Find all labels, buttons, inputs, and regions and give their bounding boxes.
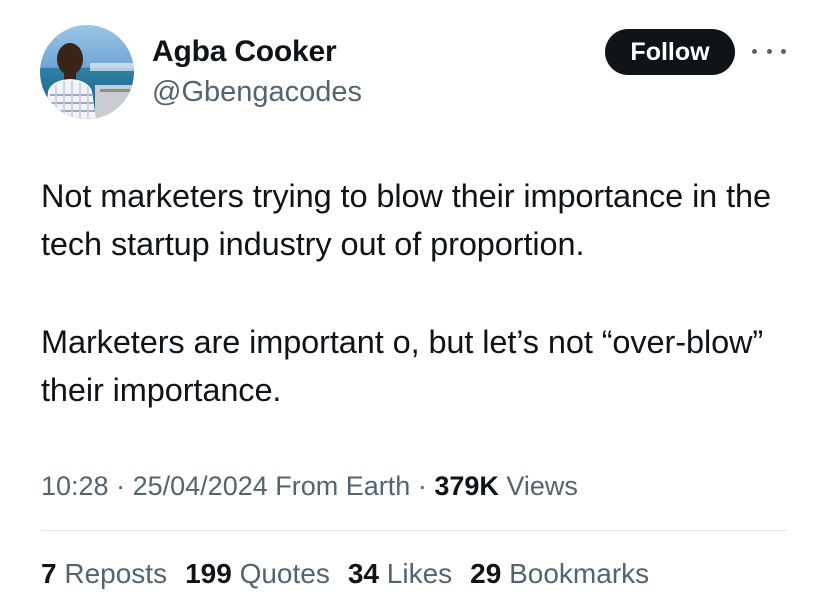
divider <box>41 530 787 531</box>
engagement-stats: 7 Reposts 199 Quotes 34 Likes 29 Bookmar… <box>41 554 667 594</box>
stat-count: 199 <box>185 558 232 589</box>
author-handle[interactable]: @Gbengacodes <box>152 72 362 112</box>
tweet-meta: 10:28 · 25/04/2024 From Earth · 379K Vie… <box>41 466 578 506</box>
more-dot <box>781 48 786 54</box>
avatar-photo-icon <box>40 25 134 119</box>
meta-separator: · <box>116 471 126 501</box>
more-options-icon[interactable] <box>752 44 786 58</box>
more-dot <box>752 48 757 54</box>
stat-label: Likes <box>386 558 453 589</box>
tweet-card: Agba Cooker @Gbengacodes Follow Not mark… <box>0 0 828 613</box>
tweet-time[interactable]: 10:28 <box>41 471 109 501</box>
stat-likes[interactable]: 34 Likes <box>348 554 452 594</box>
follow-button[interactable]: Follow <box>605 29 735 75</box>
more-dot <box>766 48 772 54</box>
stat-bookmarks[interactable]: 29 Bookmarks <box>470 554 649 594</box>
meta-separator: · <box>417 471 427 501</box>
stat-label: Bookmarks <box>509 558 650 589</box>
tweet-text: Not marketers trying to blow their impor… <box>41 172 801 414</box>
tweet-paragraph: Not marketers trying to blow their impor… <box>41 178 771 262</box>
stat-count: 7 <box>41 558 57 589</box>
stat-label: Reposts <box>64 558 168 589</box>
tweet-source: From Earth <box>275 471 411 501</box>
author-avatar[interactable] <box>40 25 134 119</box>
author-info: Agba Cooker @Gbengacodes <box>152 34 362 112</box>
stat-label: Quotes <box>239 558 330 589</box>
stat-reposts[interactable]: 7 Reposts <box>41 554 167 594</box>
tweet-paragraph: Marketers are important o, but let’s not… <box>41 324 764 408</box>
views-count: 379K <box>434 471 499 501</box>
stat-quotes[interactable]: 199 Quotes <box>185 554 330 594</box>
author-display-name[interactable]: Agba Cooker <box>152 34 362 70</box>
tweet-date[interactable]: 25/04/2024 <box>133 471 268 501</box>
views-label: Views <box>506 471 578 501</box>
stat-count: 34 <box>347 558 380 589</box>
stat-count: 29 <box>470 558 502 589</box>
